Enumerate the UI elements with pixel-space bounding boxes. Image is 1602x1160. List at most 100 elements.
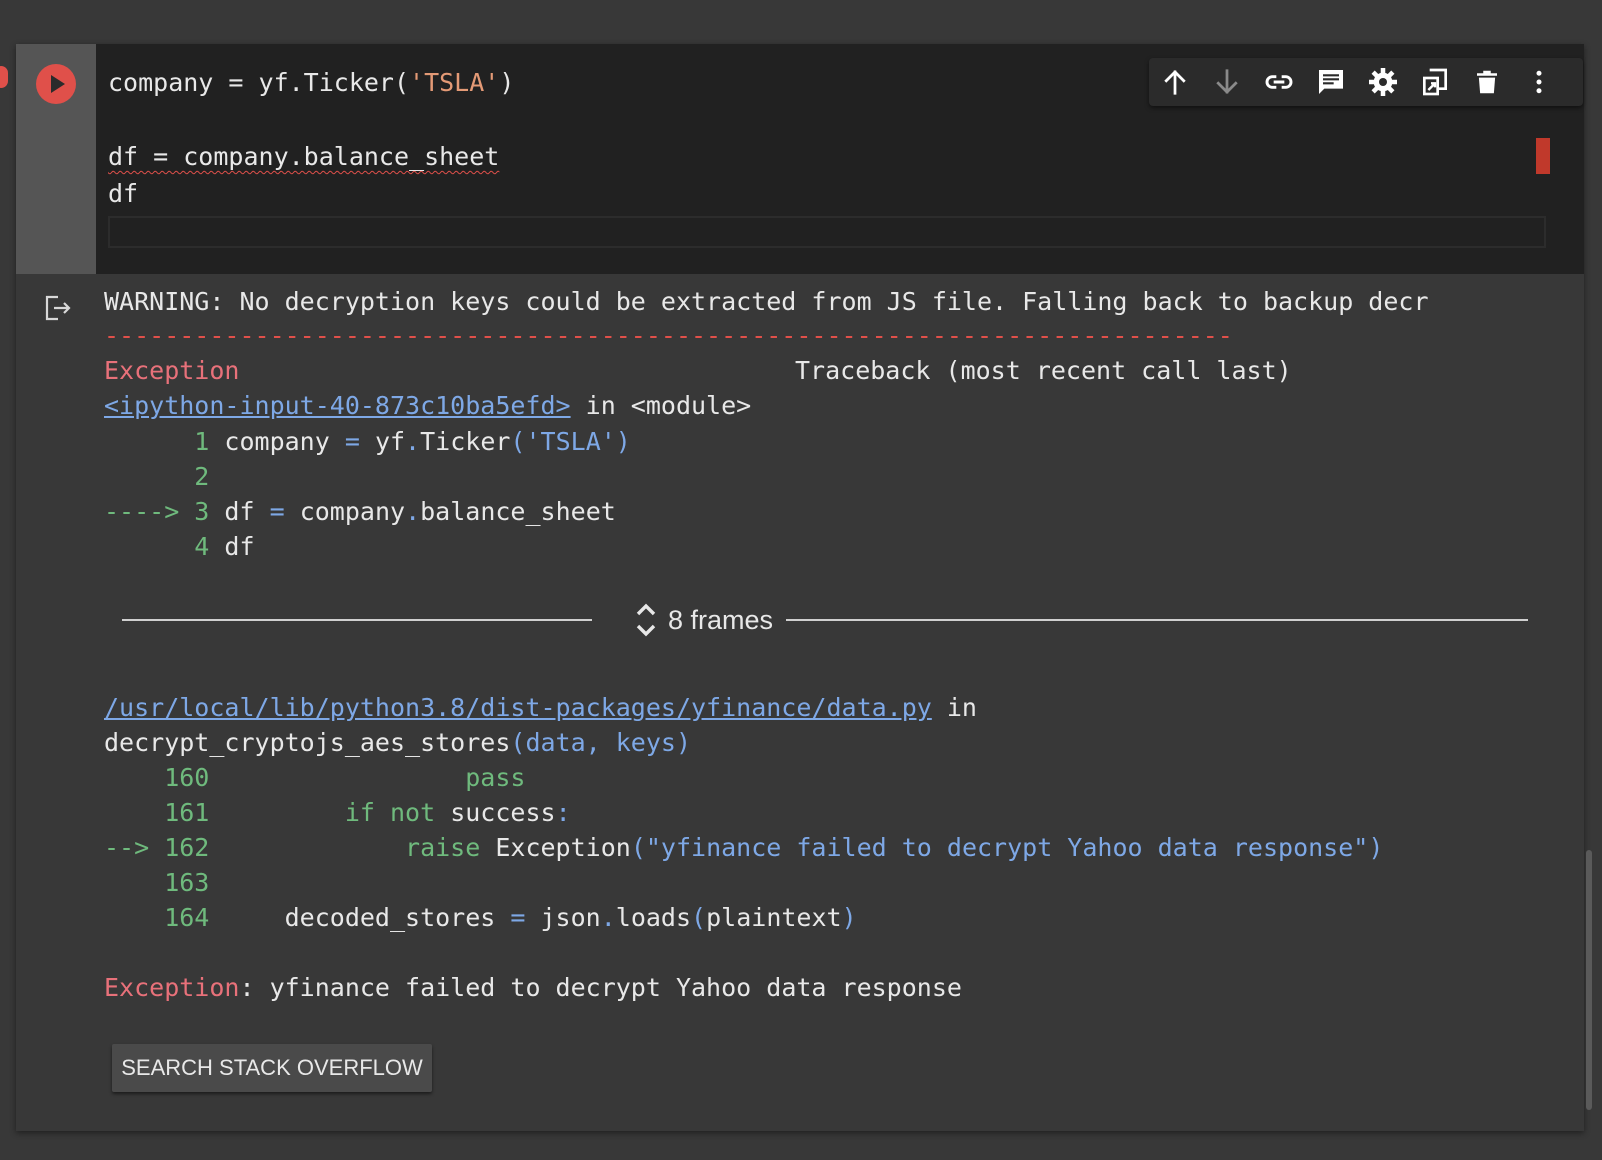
code-token: Ticker — [420, 427, 511, 456]
collapsed-frames-divider: 8 frames — [122, 598, 1528, 642]
code-token: df — [209, 497, 270, 526]
code-token: not — [390, 798, 436, 827]
frame-2-function: decrypt_cryptojs_aes_stores(data, keys) — [104, 727, 691, 759]
mirror-cell-icon — [1423, 68, 1447, 96]
line-number: ----> 3 — [104, 497, 210, 526]
code-text-with-lint-warning: df = company.balance_sheet — [108, 142, 500, 171]
code-token: = — [269, 497, 285, 526]
divider-right — [786, 619, 1528, 621]
scroll-marker — [1536, 138, 1550, 174]
delete-cell-button[interactable] — [1467, 62, 1507, 102]
ipython-input-link[interactable]: <ipython-input-40-873c10ba5efd> — [104, 391, 571, 420]
traceback-code-line: 2 — [104, 461, 209, 493]
code-token: raise — [405, 833, 481, 862]
line-number: --> 162 — [104, 833, 210, 862]
code-token: . — [405, 427, 421, 456]
frame-location-suffix: in <module> — [570, 391, 752, 420]
data-py-link[interactable]: /usr/local/lib/python3.8/dist-packages/y… — [104, 693, 932, 722]
more-options-button[interactable] — [1519, 62, 1559, 102]
add-comment-button[interactable] — [1311, 62, 1351, 102]
final-exception-line: Exception: yfinance failed to decrypt Ya… — [104, 972, 962, 1004]
link-icon — [1265, 75, 1293, 89]
code-cell[interactable]: company = yf.Ticker('TSLA') df = company… — [16, 44, 1584, 1131]
expand-collapse-icon — [636, 603, 656, 637]
code-token: pass — [465, 763, 526, 792]
frames-count-label: 8 frames — [668, 604, 774, 635]
cell-output: WARNING: No decryption keys could be ext… — [104, 286, 1582, 1116]
code-token: : — [555, 798, 571, 827]
code-token: = — [344, 427, 360, 456]
traceback-code-line: 160 pass — [104, 762, 525, 794]
traceback-code-line: 163 — [104, 867, 209, 899]
execution-indicator — [0, 66, 8, 88]
code-token: company — [284, 497, 406, 526]
more-vert-icon — [1536, 70, 1542, 94]
final-exception-message: : yfinance failed to decrypt Yahoo data … — [239, 973, 962, 1002]
cell-gutter — [16, 44, 96, 274]
code-token: 'TSLA' — [525, 427, 616, 456]
code-text: company = yf.Ticker( — [108, 68, 410, 97]
mirror-cell-button[interactable] — [1415, 62, 1455, 102]
page-scrollbar[interactable] — [1586, 850, 1592, 1110]
code-line-1[interactable]: company = yf.Ticker('TSLA') — [108, 68, 514, 98]
cell-settings-button[interactable] — [1363, 62, 1403, 102]
line-number: 161 — [104, 798, 210, 827]
traceback-code-line: 4 df — [104, 531, 254, 563]
final-exception-name: Exception — [104, 973, 240, 1002]
move-cell-down-button[interactable] — [1207, 62, 1247, 102]
comment-icon — [1319, 70, 1343, 94]
frame-location-suffix: in — [931, 693, 977, 722]
traceback-code-line: 164 decoded_stores = json.loads(plaintex… — [104, 902, 857, 934]
run-cell-button[interactable] — [36, 64, 76, 104]
traceback-code-line: 161 if not success: — [104, 797, 571, 829]
code-token: plaintext — [706, 903, 842, 932]
expand-frames-toggle[interactable]: 8 frames — [634, 598, 773, 642]
function-name: decrypt_cryptojs_aes_stores — [104, 728, 511, 757]
code-token: json — [525, 903, 601, 932]
copy-link-button[interactable] — [1259, 62, 1299, 102]
gear-icon — [1369, 68, 1397, 96]
line-number: 163 — [104, 868, 210, 897]
code-token: ("yfinance failed to decrypt Yahoo data … — [630, 833, 1384, 862]
code-token: if — [344, 798, 375, 827]
frame-2-location: /usr/local/lib/python3.8/dist-packages/y… — [104, 692, 977, 724]
arrow-up-icon — [1164, 70, 1186, 95]
move-cell-up-button[interactable] — [1155, 62, 1195, 102]
traceback-header: Traceback (most recent call last) — [795, 356, 1292, 385]
code-text: df — [108, 179, 139, 208]
clear-output-icon[interactable] — [42, 292, 74, 324]
line-number: 1 — [104, 427, 210, 456]
cell-toolbar — [1149, 58, 1583, 106]
code-text: ) — [499, 68, 515, 97]
traceback-code-line: 1 company = yf.Ticker('TSLA') — [104, 426, 631, 458]
code-token: ) — [841, 903, 857, 932]
warning-text: WARNING: No decryption keys could be ext… — [104, 287, 1429, 316]
code-token: company — [209, 427, 345, 456]
code-token: yf — [359, 427, 406, 456]
traceback-separator: ----------------------------------------… — [104, 321, 1233, 350]
exception-header: Exception Traceback (most recent call las… — [104, 355, 1292, 387]
string-literal: 'TSLA' — [409, 68, 500, 97]
code-token: ( — [691, 903, 707, 932]
line-number: 160 — [104, 763, 210, 792]
code-token: Exception — [480, 833, 631, 862]
arrow-down-icon — [1216, 69, 1238, 94]
traceback-code-line: ----> 3 df = company.balance_sheet — [104, 496, 616, 528]
traceback-code-line: --> 162 raise Exception("yfinance failed… — [104, 832, 1383, 864]
divider-left — [122, 619, 592, 621]
code-line-4[interactable]: df — [108, 179, 138, 209]
code-token: decoded_stores — [209, 903, 511, 932]
code-line-3[interactable]: df = company.balance_sheet — [108, 142, 499, 172]
exception-name: Exception — [104, 356, 240, 385]
search-stack-overflow-button[interactable]: SEARCH STACK OVERFLOW — [112, 1044, 432, 1092]
trash-icon — [1477, 70, 1497, 94]
active-line[interactable] — [108, 216, 1546, 248]
line-number: 4 — [104, 532, 210, 561]
play-icon — [51, 75, 65, 93]
line-number: 164 — [104, 903, 210, 932]
function-args: (data, keys) — [510, 728, 692, 757]
